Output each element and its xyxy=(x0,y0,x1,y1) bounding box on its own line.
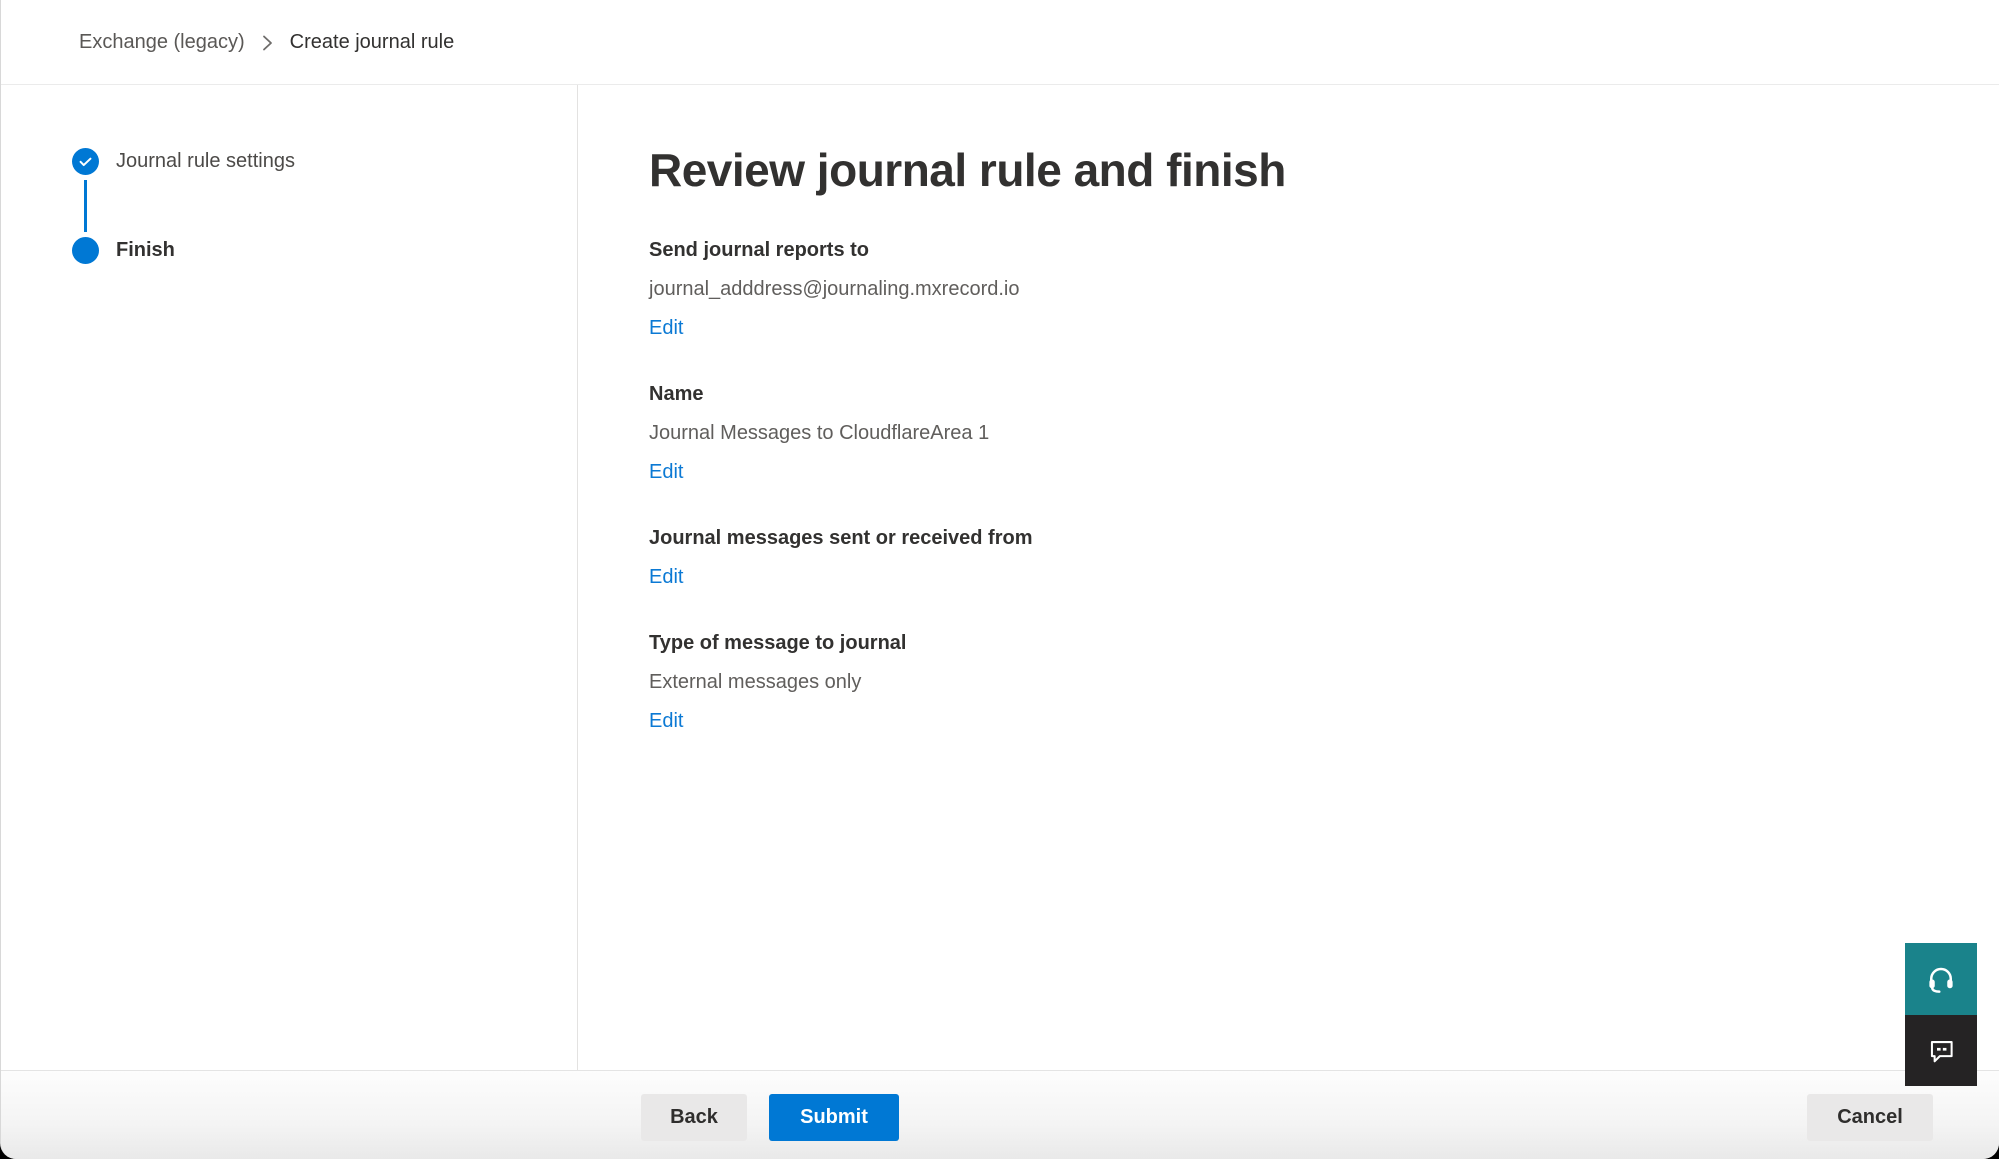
headset-icon xyxy=(1926,964,1956,994)
chat-icon xyxy=(1928,1037,1955,1064)
section-label: Send journal reports to xyxy=(649,235,1999,265)
step-connector-line xyxy=(84,180,87,232)
back-button[interactable]: Back xyxy=(641,1094,747,1141)
breadcrumb: Exchange (legacy) Create journal rule xyxy=(1,0,1999,85)
section-value: External messages only xyxy=(649,667,1999,697)
check-icon xyxy=(72,148,99,175)
edit-message-type-link[interactable]: Edit xyxy=(649,706,683,736)
section-label: Journal messages sent or received from xyxy=(649,523,1999,553)
section-value: journal_adddress@journaling.mxrecord.io xyxy=(649,274,1999,304)
edit-journal-messages-scope-link[interactable]: Edit xyxy=(649,562,683,592)
section-message-type: Type of message to journal External mess… xyxy=(649,628,1999,736)
exchange-admin-window: Exchange (legacy) Create journal rule Jo… xyxy=(0,0,1999,1159)
edit-name-link[interactable]: Edit xyxy=(649,457,683,487)
edit-send-journal-reports-link[interactable]: Edit xyxy=(649,313,683,343)
wizard-step-finish[interactable]: Finish xyxy=(72,237,577,264)
action-bar: Back Submit Cancel xyxy=(1,1070,1999,1159)
submit-button[interactable]: Submit xyxy=(769,1094,899,1141)
content-area: Journal rule settings Finish Review jour… xyxy=(1,85,1999,1070)
breadcrumb-current-page: Create journal rule xyxy=(290,31,455,54)
page-title: Review journal rule and finish xyxy=(649,143,1999,198)
cancel-button[interactable]: Cancel xyxy=(1807,1094,1933,1141)
section-journal-messages-scope: Journal messages sent or received from E… xyxy=(649,523,1999,592)
help-button[interactable] xyxy=(1905,943,1977,1015)
filled-circle-icon xyxy=(72,237,99,264)
section-label: Type of message to journal xyxy=(649,628,1999,658)
wizard-step-label: Finish xyxy=(116,239,175,262)
section-label: Name xyxy=(649,379,1999,409)
breadcrumb-link-exchange-legacy[interactable]: Exchange (legacy) xyxy=(79,31,245,54)
wizard-step-journal-rule-settings[interactable]: Journal rule settings xyxy=(72,148,577,175)
chevron-right-icon xyxy=(262,34,273,52)
section-send-journal-reports-to: Send journal reports to journal_adddress… xyxy=(649,235,1999,343)
section-name: Name Journal Messages to CloudflareArea … xyxy=(649,379,1999,487)
wizard-steps-sidebar: Journal rule settings Finish xyxy=(1,85,578,1070)
section-value: Journal Messages to CloudflareArea 1 xyxy=(649,418,1999,448)
floating-button-stack xyxy=(1905,943,1977,1086)
wizard-step-label: Journal rule settings xyxy=(116,150,295,173)
review-sections: Send journal reports to journal_adddress… xyxy=(649,235,1999,736)
review-panel: Review journal rule and finish Send jour… xyxy=(578,85,1999,1070)
feedback-button[interactable] xyxy=(1905,1015,1977,1086)
